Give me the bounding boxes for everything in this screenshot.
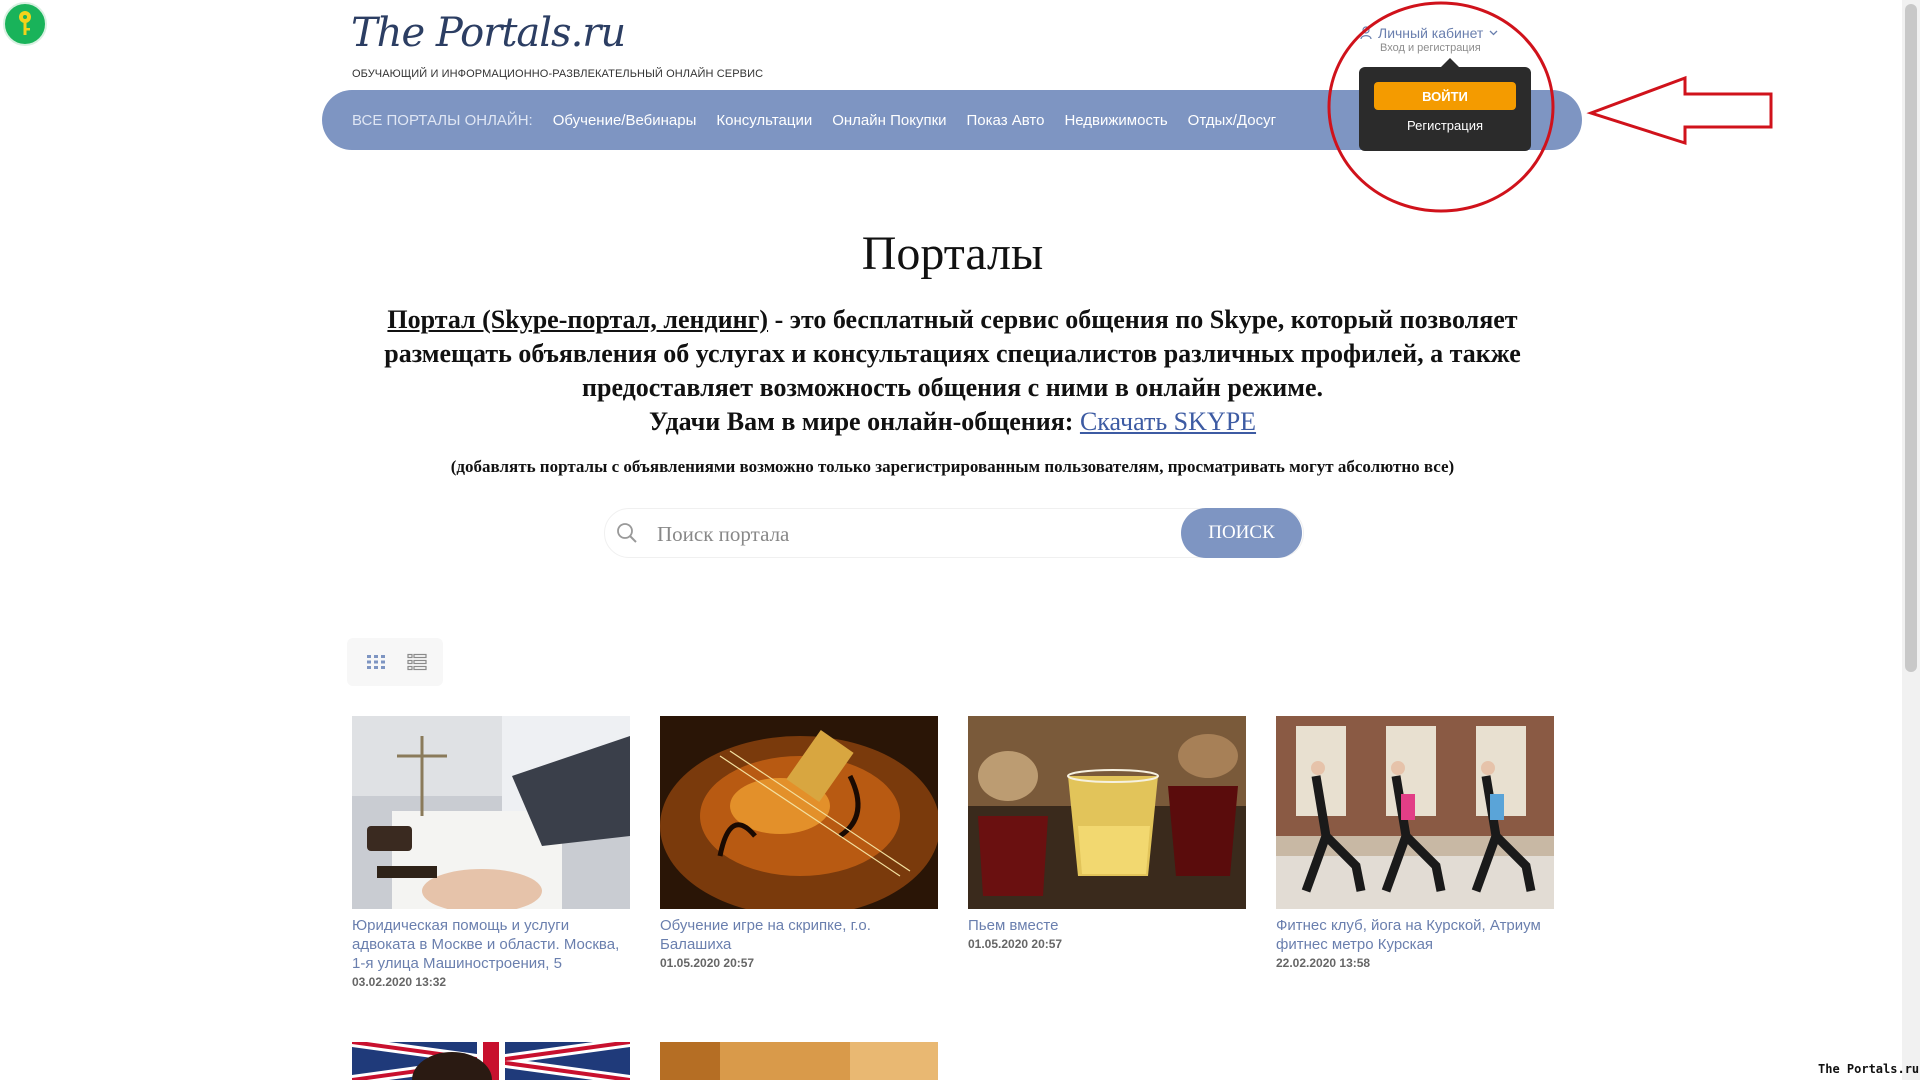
account-menu[interactable]: Личный кабинет Вход и регистрация bbox=[1360, 25, 1530, 54]
download-skype-link[interactable]: Скачать SKYPE bbox=[1080, 407, 1256, 436]
card-image-fitness[interactable] bbox=[1276, 716, 1554, 909]
card-image-wine[interactable] bbox=[968, 716, 1246, 909]
search-input[interactable] bbox=[655, 512, 1179, 556]
list-view-icon[interactable] bbox=[407, 652, 427, 672]
nav-item-consultations[interactable]: Консультации bbox=[716, 112, 812, 129]
search-button[interactable]: ПОИСК bbox=[1181, 508, 1302, 558]
nav-item-webinars[interactable]: Обучение/Вебинары bbox=[553, 112, 697, 129]
nav-prefix: ВСЕ ПОРТАЛЫ ОНЛАЙН: bbox=[352, 111, 533, 129]
watermark: The Portals.ru bbox=[1818, 1062, 1920, 1076]
card-violin[interactable]: Обучение игре на скрипке, г.о. Балашиха … bbox=[660, 916, 938, 973]
card-wine[interactable]: Пьем вместе 01.05.2020 20:57 bbox=[968, 916, 1246, 954]
card-title[interactable]: Пьем вместе bbox=[968, 916, 1246, 935]
card-date: 01.05.2020 20:57 bbox=[660, 956, 755, 970]
card-image-legal[interactable] bbox=[352, 716, 630, 909]
key-icon[interactable] bbox=[3, 2, 47, 46]
view-toggle bbox=[347, 638, 443, 686]
nav-item-leisure[interactable]: Отдых/Досуг bbox=[1188, 112, 1276, 129]
login-button[interactable]: ВОЙТИ bbox=[1374, 82, 1516, 110]
dropdown-caret bbox=[1441, 58, 1459, 67]
portal-definition-link[interactable]: Портал (Skype-портал, лендинг) bbox=[387, 305, 768, 334]
card-date: 22.02.2020 13:58 bbox=[1276, 956, 1371, 970]
site-tagline: ОБУЧАЮЩИЙ И ИНФОРМАЦИОННО-РАЗВЛЕКАТЕЛЬНЫ… bbox=[352, 68, 764, 80]
card-title[interactable]: Юридическая помощь и услуги адвоката в М… bbox=[352, 916, 630, 973]
account-title: Личный кабинет bbox=[1378, 25, 1484, 41]
nav-item-shopping[interactable]: Онлайн Покупки bbox=[832, 112, 946, 129]
card-image-interior[interactable] bbox=[660, 1042, 938, 1080]
card-legal[interactable]: Юридическая помощь и услуги адвоката в М… bbox=[352, 916, 630, 992]
registration-note: (добавлять порталы с объявлениями возмож… bbox=[450, 457, 1455, 476]
card-date: 01.05.2020 20:57 bbox=[968, 937, 1063, 951]
card-title[interactable]: Фитнес клуб, йога на Курской, Атриум фит… bbox=[1276, 916, 1554, 954]
account-subtitle: Вход и регистрация bbox=[1380, 42, 1481, 54]
page-description: Портал (Skype-портал, лендинг) - это бес… bbox=[330, 303, 1575, 439]
card-date: 03.02.2020 13:32 bbox=[352, 975, 447, 989]
card-title[interactable]: Обучение игре на скрипке, г.о. Балашиха bbox=[660, 916, 938, 954]
card-fitness[interactable]: Фитнес клуб, йога на Курской, Атриум фит… bbox=[1276, 916, 1554, 973]
register-link[interactable]: Регистрация bbox=[1359, 118, 1531, 133]
grid-view-icon[interactable] bbox=[366, 652, 386, 672]
nav-item-auto[interactable]: Показ Авто bbox=[967, 112, 1045, 129]
site-logo[interactable]: The Portals.ru bbox=[351, 10, 626, 56]
nav-item-realty[interactable]: Недвижимость bbox=[1064, 112, 1167, 129]
card-image-violin[interactable] bbox=[660, 716, 938, 909]
wish-text: Удачи Вам в мире онлайн-общения: bbox=[648, 407, 1080, 436]
annotation-arrow bbox=[1586, 75, 1773, 146]
scrollbar-thumb[interactable] bbox=[1905, 4, 1917, 672]
chevron-down-icon bbox=[1489, 30, 1498, 36]
search-icon bbox=[617, 523, 637, 543]
user-icon bbox=[1360, 26, 1372, 40]
card-image-english[interactable] bbox=[352, 1042, 630, 1080]
page-title: Порталы bbox=[861, 227, 1044, 280]
